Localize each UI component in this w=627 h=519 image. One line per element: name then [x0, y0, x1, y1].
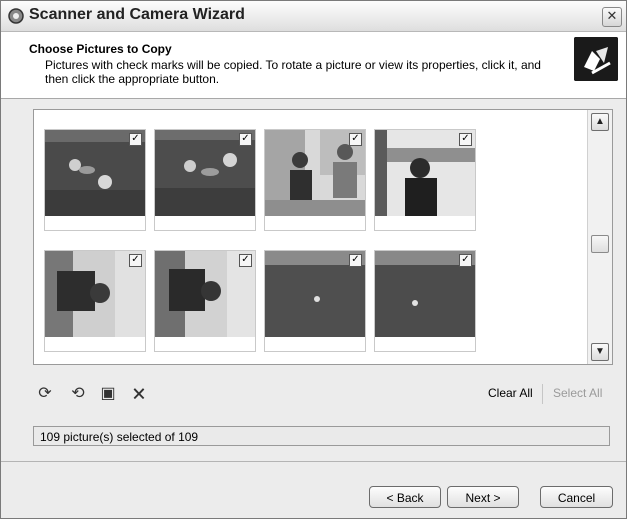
thumbnail[interactable]: ✓ [374, 250, 476, 352]
selection-status: 109 picture(s) selected of 109 [33, 426, 610, 446]
page-description: Pictures with check marks will be copied… [45, 58, 541, 86]
picture-checkbox[interactable]: ✓ [129, 254, 142, 267]
rotate-counterclockwise-icon[interactable]: ⟲ [68, 384, 88, 404]
picture-checkbox[interactable]: ✓ [349, 254, 362, 267]
thumbnail[interactable]: ✓ [264, 250, 366, 352]
page-title: Choose Pictures to Copy [29, 42, 172, 56]
wizard-window: Scanner and Camera Wizard ✕ Choose Pictu… [0, 0, 627, 519]
scroll-down-button[interactable]: ▼ [591, 343, 609, 361]
picture-grid[interactable]: ✓ ✓ ✓ ✓ ✓ ✓ ✓ ✓ ▲ ▼ [33, 109, 613, 365]
thumbnail[interactable]: ✓ [154, 250, 256, 352]
scroll-up-button[interactable]: ▲ [591, 113, 609, 131]
thumbnail[interactable]: ✓ [264, 129, 366, 231]
title-bar[interactable]: Scanner and Camera Wizard ✕ [1, 1, 626, 32]
window-title: Scanner and Camera Wizard [29, 6, 245, 23]
picture-checkbox[interactable]: ✓ [129, 133, 142, 146]
wizard-footer: < Back Next > Cancel [1, 461, 626, 518]
thumbnail[interactable]: ✓ [44, 250, 146, 352]
select-all-button[interactable]: Select All [553, 386, 602, 400]
main-content: ✓ ✓ ✓ ✓ ✓ ✓ ✓ ✓ ▲ ▼ ⟳ ⟲ ▣ 🗙 Clear All Se… [1, 99, 626, 459]
vertical-scrollbar[interactable]: ▲ ▼ [587, 110, 612, 364]
picture-checkbox[interactable]: ✓ [459, 133, 472, 146]
picture-checkbox[interactable]: ✓ [459, 254, 472, 267]
toolbar-divider [542, 384, 543, 404]
thumbnail[interactable]: ✓ [44, 129, 146, 231]
cancel-button[interactable]: Cancel [540, 486, 613, 508]
thumbnail[interactable]: ✓ [374, 129, 476, 231]
picture-checkbox[interactable]: ✓ [239, 254, 252, 267]
clear-all-button[interactable]: Clear All [488, 386, 533, 400]
camera-icon [8, 8, 24, 24]
delete-icon[interactable]: 🗙 [129, 384, 149, 404]
wizard-header: Choose Pictures to Copy Pictures with ch… [1, 32, 626, 99]
close-button[interactable]: ✕ [602, 7, 622, 27]
rotate-clockwise-icon[interactable]: ⟳ [35, 384, 55, 404]
wizard-logo-icon [574, 37, 618, 81]
scroll-thumb[interactable] [591, 235, 609, 253]
picture-checkbox[interactable]: ✓ [239, 133, 252, 146]
back-button[interactable]: < Back [369, 486, 441, 508]
next-button[interactable]: Next > [447, 486, 519, 508]
picture-checkbox[interactable]: ✓ [349, 133, 362, 146]
thumbnail[interactable]: ✓ [154, 129, 256, 231]
properties-icon[interactable]: ▣ [98, 384, 118, 404]
